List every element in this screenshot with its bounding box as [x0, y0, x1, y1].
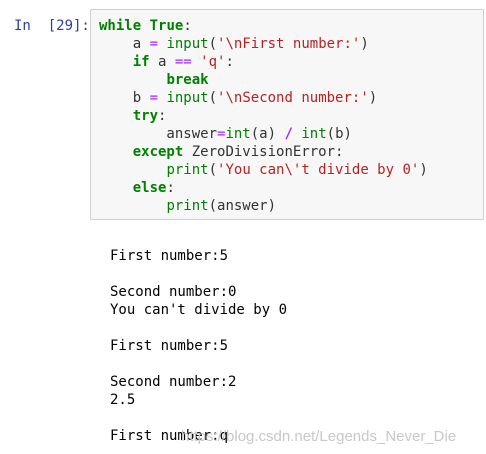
code-line: try:	[99, 107, 483, 125]
code-line: a = input('\nFirst number:')	[99, 35, 483, 53]
code-token: :	[158, 108, 167, 124]
input-prompt: In [29]:	[14, 18, 90, 34]
code-line: except ZeroDivisionError:	[99, 143, 483, 161]
code-token: :	[166, 180, 175, 196]
output-line: First number:5	[110, 248, 229, 264]
code-token: b	[99, 90, 150, 106]
code-token: ==	[174, 54, 192, 70]
code-line: break	[99, 71, 483, 89]
output-line: Second number:0	[110, 284, 237, 300]
code-line: answer=int(a) / int(b)	[99, 125, 483, 143]
code-line: print(answer)	[99, 197, 483, 215]
code-token: while	[99, 18, 142, 34]
code-token: input	[166, 90, 209, 106]
code-token: answer	[99, 126, 218, 142]
code-token: (b)	[326, 126, 352, 142]
code-token: int	[225, 126, 251, 142]
code-token: :	[225, 54, 234, 70]
code-token: 'You can\'t divide by 0'	[217, 162, 420, 178]
code-token: '\nSecond number:'	[217, 90, 369, 106]
watermark-text: https://blog.csdn.net/Legends_Never_Die	[181, 428, 457, 445]
code-token: =	[149, 36, 159, 52]
code-line: while True:	[99, 17, 483, 35]
code-token: (	[208, 162, 218, 178]
code-token: if	[132, 54, 150, 70]
code-token: break	[166, 72, 209, 88]
code-token: )	[360, 36, 369, 52]
code-token: '\nFirst number:'	[217, 36, 361, 52]
output-line: You can't divide by 0	[110, 302, 288, 318]
code-token: try	[132, 108, 159, 124]
code-editor[interactable]: while True: a = input('\nFirst number:')…	[99, 17, 483, 215]
code-line: print('You can\'t divide by 0')	[99, 161, 483, 179]
code-token: /	[284, 126, 293, 142]
code-token: print	[166, 162, 209, 178]
code-line: b = input('\nSecond number:')	[99, 89, 483, 107]
code-token: =	[149, 90, 159, 106]
code-input-area[interactable]: while True: a = input('\nFirst number:')…	[90, 9, 484, 220]
output-line: Second number:2	[110, 374, 237, 390]
cell-output-area: First number:5 Second number:0 You can't d…	[110, 247, 480, 445]
code-token: True	[149, 18, 184, 34]
code-line: else:	[99, 179, 483, 197]
code-token: int	[301, 126, 327, 142]
code-token: ZeroDivisionError:	[183, 144, 344, 160]
code-token: (a)	[250, 126, 285, 142]
code-token: :	[183, 18, 192, 34]
code-token: (	[208, 36, 218, 52]
code-token: (	[208, 90, 218, 106]
code-token: )	[419, 162, 428, 178]
code-token: input	[166, 36, 209, 52]
code-token: a	[99, 36, 150, 52]
output-line: 2.5	[110, 392, 136, 408]
code-token: )	[368, 90, 378, 106]
code-token: print	[166, 198, 209, 214]
code-token: 'q'	[200, 54, 226, 70]
code-token: a	[149, 54, 175, 70]
code-token: (answer)	[208, 198, 277, 214]
code-token: else	[132, 180, 167, 196]
code-token: except	[132, 144, 184, 160]
code-line: if a == 'q':	[99, 53, 483, 71]
output-line: First number:5	[110, 338, 229, 354]
